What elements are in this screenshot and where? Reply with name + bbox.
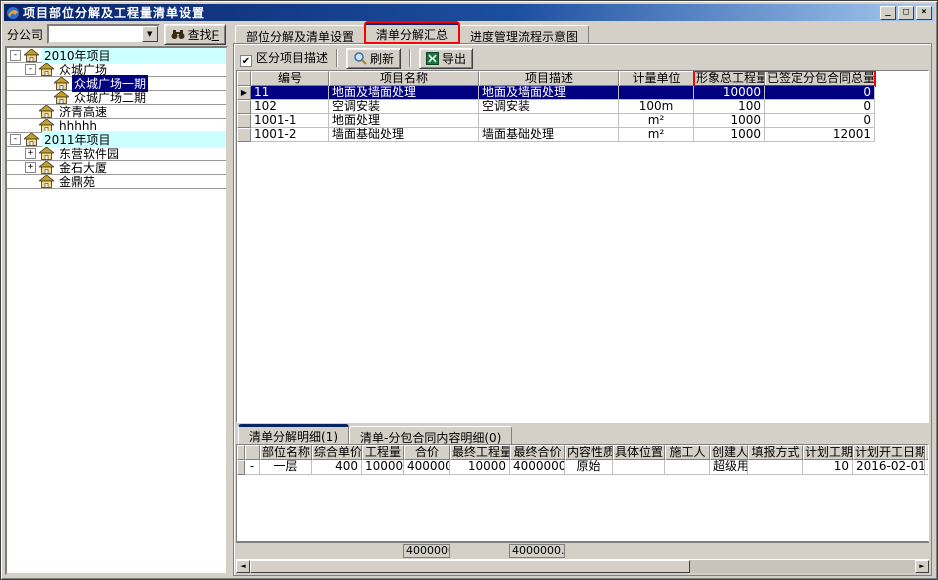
- maximize-button[interactable]: □: [898, 6, 914, 20]
- price-total: 4000000.: [403, 544, 450, 558]
- house-icon: [39, 63, 54, 76]
- house-icon: [24, 133, 39, 146]
- table-row[interactable]: 1001-2 墙面基础处理 墙面基础处理 m² 1000 12001: [237, 128, 928, 142]
- red-annotation-box: 形象总工程量 已签定分包合同总量: [694, 71, 875, 86]
- expand-toggle-icon[interactable]: -: [10, 50, 21, 61]
- checkbox-check-icon[interactable]: ✔: [240, 55, 252, 67]
- search-button[interactable]: 查找F: [164, 24, 226, 45]
- project-tree: - 2010年项目 - 众城广场 众城广场一期 众城广场二期: [5, 46, 228, 575]
- table-row[interactable]: ▶ 11 地面及墙面处理 地面及墙面处理 10000 0: [237, 86, 928, 100]
- toolbar-separator: [409, 49, 411, 67]
- col-header[interactable]: 部位名称: [260, 445, 312, 460]
- checkbox-label: 区分项目描述: [256, 51, 328, 65]
- tab-subcontract-content-detail[interactable]: 清单-分包合同内容明细(0): [349, 426, 512, 444]
- tree-item-label: 金鼎苑: [57, 173, 97, 190]
- expand-toggle-icon[interactable]: -: [25, 64, 36, 75]
- table-row[interactable]: 1001-1 地面处理 m² 1000 0: [237, 114, 928, 128]
- summary-grid-area: 编号 项目名称 项目描述 计量单位 形象总工程量 已签定分包合同总量 ▶ 11 …: [236, 70, 929, 423]
- dropdown-arrow-icon[interactable]: ▼: [142, 26, 158, 42]
- house-icon: [39, 175, 54, 188]
- branch-toolbar: 分公司 ▼ 查找F: [5, 22, 228, 46]
- scroll-left-icon[interactable]: ◄: [236, 560, 250, 573]
- tab-part-decompose-settings[interactable]: 部位分解及清单设置: [235, 25, 365, 43]
- final-price-total: 4000000.00: [509, 544, 565, 558]
- col-header[interactable]: 已签定分包合同总量: [765, 71, 875, 86]
- binoculars-icon: [171, 29, 185, 40]
- col-header[interactable]: 合价: [404, 445, 450, 460]
- expand-toggle-icon[interactable]: +: [25, 162, 36, 173]
- summary-toolbar: ✔ 区分项目描述 刷新: [236, 46, 929, 70]
- house-icon: [54, 77, 69, 90]
- expand-toggle-icon[interactable]: +: [25, 148, 36, 159]
- col-header[interactable]: 计划工期: [803, 445, 853, 460]
- detail-grid-header: 部位名称 综合单价 工程量 合价 最终工程量 最终合价 内容性质 具体位置 施工…: [237, 445, 928, 460]
- tab-content: ✔ 区分项目描述 刷新: [233, 43, 932, 576]
- excel-export-icon: [426, 52, 439, 65]
- close-button[interactable]: ×: [916, 6, 932, 20]
- col-header[interactable]: 计划开工日期: [853, 445, 925, 460]
- house-icon: [39, 161, 54, 174]
- tree-item-jiqing[interactable]: 济青高速: [7, 105, 226, 119]
- col-header[interactable]: 创建人: [710, 445, 748, 460]
- detail-grid-area: 部位名称 综合单价 工程量 合价 最终工程量 最终合价 内容性质 具体位置 施工…: [236, 444, 929, 542]
- table-row[interactable]: 102 空调安装 空调安装 100m 100 0: [237, 100, 928, 114]
- row-collapse-toggle[interactable]: -: [245, 460, 260, 475]
- window-title: 项目部位分解及工程量清单设置: [23, 4, 880, 21]
- scroll-right-icon[interactable]: ►: [915, 560, 929, 573]
- table-row[interactable]: - 一层 400 10000 4000000 10000 4000000 原始 …: [237, 460, 928, 475]
- col-header[interactable]: 施工人: [665, 445, 710, 460]
- title-bar: 项目部位分解及工程量清单设置 _ □ ×: [4, 4, 934, 21]
- horizontal-scrollbar[interactable]: ◄ ►: [236, 559, 929, 573]
- tab-list-decompose-summary[interactable]: 清单分解汇总: [365, 22, 459, 43]
- col-header[interactable]: 填报方式: [748, 445, 803, 460]
- app-icon: [6, 6, 20, 20]
- expand-toggle-icon[interactable]: -: [10, 134, 21, 145]
- tab-progress-flow-diagram[interactable]: 进度管理流程示意图: [459, 25, 589, 43]
- col-header[interactable]: 备: [925, 445, 929, 460]
- export-button[interactable]: 导出: [419, 48, 473, 69]
- col-header[interactable]: 编号: [251, 71, 329, 86]
- magnifier-icon: [353, 51, 367, 65]
- main-tabstrip: 部位分解及清单设置 清单分解汇总 进度管理流程示意图: [233, 21, 932, 43]
- tree-item-jinshi[interactable]: + 金石大厦: [7, 161, 226, 175]
- col-header[interactable]: 工程量: [362, 445, 404, 460]
- scrollbar-thumb[interactable]: [250, 560, 690, 573]
- detail-tabstrip: 清单分解明细(1) 清单-分包合同内容明细(0): [236, 423, 929, 444]
- tree-item-2010[interactable]: - 2010年项目: [7, 49, 226, 63]
- col-header[interactable]: 项目名称: [329, 71, 479, 86]
- main-panel: 部位分解及清单设置 清单分解汇总 进度管理流程示意图 ✔区分项目描述 刷: [233, 21, 934, 576]
- house-icon: [39, 105, 54, 118]
- col-header[interactable]: 内容性质: [565, 445, 613, 460]
- project-tree-panel: 分公司 ▼ 查找F -: [4, 21, 228, 576]
- distinguish-description-checkbox[interactable]: ✔ 区分项目描述: [240, 49, 328, 67]
- col-header[interactable]: 形象总工程量: [694, 71, 765, 86]
- refresh-button[interactable]: 刷新: [346, 48, 401, 69]
- scrollbar-track[interactable]: [690, 560, 915, 573]
- tree-item-dongying[interactable]: + 东营软件园: [7, 147, 226, 161]
- col-header[interactable]: 项目描述: [479, 71, 619, 86]
- row-indicator-icon: ▶: [237, 86, 251, 100]
- branch-label: 分公司: [7, 26, 43, 43]
- summary-grid-header: 编号 项目名称 项目描述 计量单位 形象总工程量 已签定分包合同总量: [237, 71, 928, 86]
- branch-select[interactable]: ▼: [47, 24, 160, 44]
- col-header[interactable]: 综合单价: [312, 445, 362, 460]
- house-icon: [39, 147, 54, 160]
- minimize-button[interactable]: _: [880, 6, 896, 20]
- detail-panel: 清单分解明细(1) 清单-分包合同内容明细(0) 部位名称 综合单价 工程量 合…: [236, 423, 929, 573]
- col-header[interactable]: 具体位置: [613, 445, 665, 460]
- totals-bar: 4000000. 4000000.00: [236, 542, 929, 559]
- tree-item-label: 济青高速: [57, 103, 109, 120]
- house-icon: [24, 49, 39, 62]
- tree-item-jinding[interactable]: 金鼎苑: [7, 175, 226, 189]
- col-header[interactable]: 最终工程量: [450, 445, 510, 460]
- col-header[interactable]: 计量单位: [619, 71, 694, 86]
- toolbar-separator: [336, 49, 338, 67]
- tree-item-zhongcheng-phase2[interactable]: 众城广场二期: [7, 91, 226, 105]
- app-window: 项目部位分解及工程量清单设置 _ □ × 分公司 ▼: [0, 0, 938, 580]
- col-header[interactable]: 最终合价: [510, 445, 565, 460]
- tab-list-decompose-detail[interactable]: 清单分解明细(1): [238, 424, 349, 444]
- branch-select-value: [49, 26, 142, 42]
